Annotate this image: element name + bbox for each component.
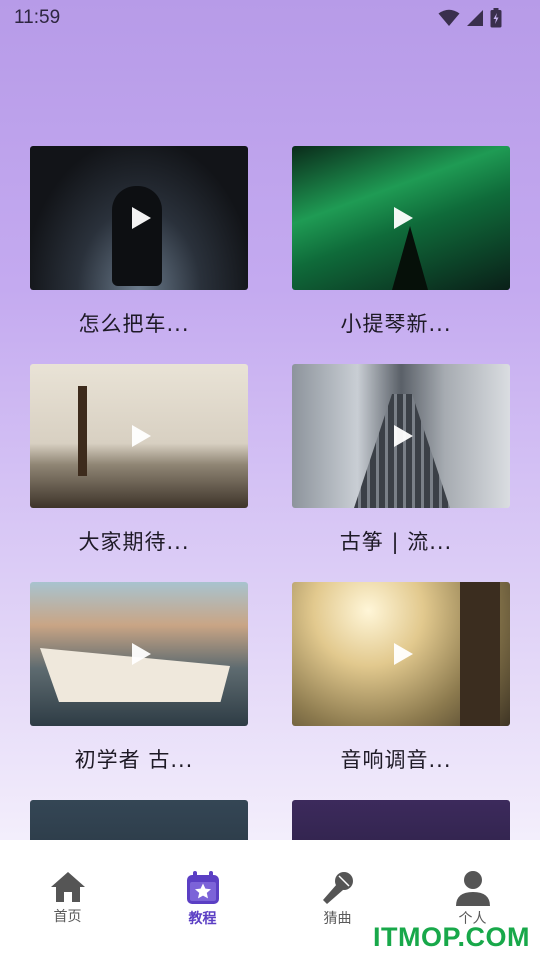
status-bar: 11:59 [0,0,540,36]
video-card[interactable]: 音响调音... [292,582,510,774]
tab-label: 首页 [53,909,82,925]
video-title: 音响调音... [340,748,452,772]
video-thumbnail[interactable] [30,146,248,290]
person-icon [455,871,490,906]
video-thumbnail[interactable] [292,582,510,726]
video-grid: 怎么把车... 小提琴新... 大家期待... 古筝 | 流... 初学者 古.… [30,146,510,840]
video-title: 初学者 古... [74,748,194,772]
tab-home[interactable]: 首页 [0,840,135,940]
thumbnail-image [292,800,510,840]
status-time: 11:59 [14,7,61,28]
video-thumbnail[interactable] [292,800,510,840]
play-icon [394,207,413,229]
video-card[interactable] [292,800,510,840]
video-card[interactable]: 怎么把车... [30,146,248,338]
play-icon [394,425,413,447]
signal-icon [467,10,483,26]
play-icon [132,643,151,665]
video-thumbnail[interactable] [292,146,510,290]
video-card[interactable]: 初学者 古... [30,582,248,774]
play-icon [132,425,151,447]
status-icons [438,8,502,28]
tab-label: 教程 [188,911,217,927]
watermark-logo: ITMOP.COM [372,922,530,952]
video-thumbnail[interactable] [30,582,248,726]
thumbnail-image [30,800,248,840]
video-card[interactable]: 大家期待... [30,364,248,556]
video-title: 古筝 | 流... [339,530,453,554]
video-thumbnail[interactable] [30,364,248,508]
video-card[interactable] [30,800,248,840]
tab-tutorial[interactable]: 教程 [135,840,270,940]
wifi-icon [438,9,460,26]
video-card[interactable]: 古筝 | 流... [292,364,510,556]
calendar-star-icon [186,871,219,904]
video-title: 小提琴新... [340,312,452,336]
video-title: 怎么把车... [78,312,190,336]
video-title: 大家期待... [78,530,190,554]
video-card[interactable]: 小提琴新... [292,146,510,338]
tab-label: 猜曲 [323,911,352,927]
video-thumbnail[interactable] [30,800,248,840]
play-icon [394,643,413,665]
video-thumbnail[interactable] [292,364,510,508]
microphone-icon [322,872,353,904]
home-icon [50,872,85,902]
battery-icon [490,8,502,28]
play-icon [132,207,151,229]
